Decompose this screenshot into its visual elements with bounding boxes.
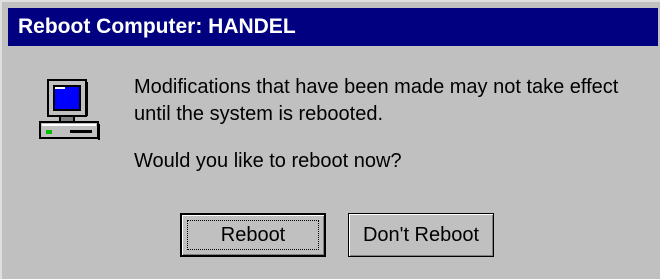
dont-reboot-button-label: Don't Reboot (362, 223, 480, 246)
message-line-1: Modifications that have been made may no… (134, 76, 619, 98)
reboot-button[interactable]: Reboot (180, 213, 326, 257)
message-line-2: until the system is rebooted. (134, 103, 384, 125)
reboot-button-label: Reboot (220, 223, 286, 246)
title-bar[interactable]: Reboot Computer: HANDEL (8, 8, 658, 46)
message-text: Modifications that have been made may no… (134, 74, 618, 128)
window-title: Reboot Computer: HANDEL (18, 15, 296, 38)
question-text: Would you like to reboot now? (134, 150, 402, 172)
computer-icon (38, 78, 100, 142)
dont-reboot-button[interactable]: Don't Reboot (348, 213, 494, 257)
reboot-dialog: Reboot Computer: HANDEL Modifications th… (0, 0, 660, 279)
